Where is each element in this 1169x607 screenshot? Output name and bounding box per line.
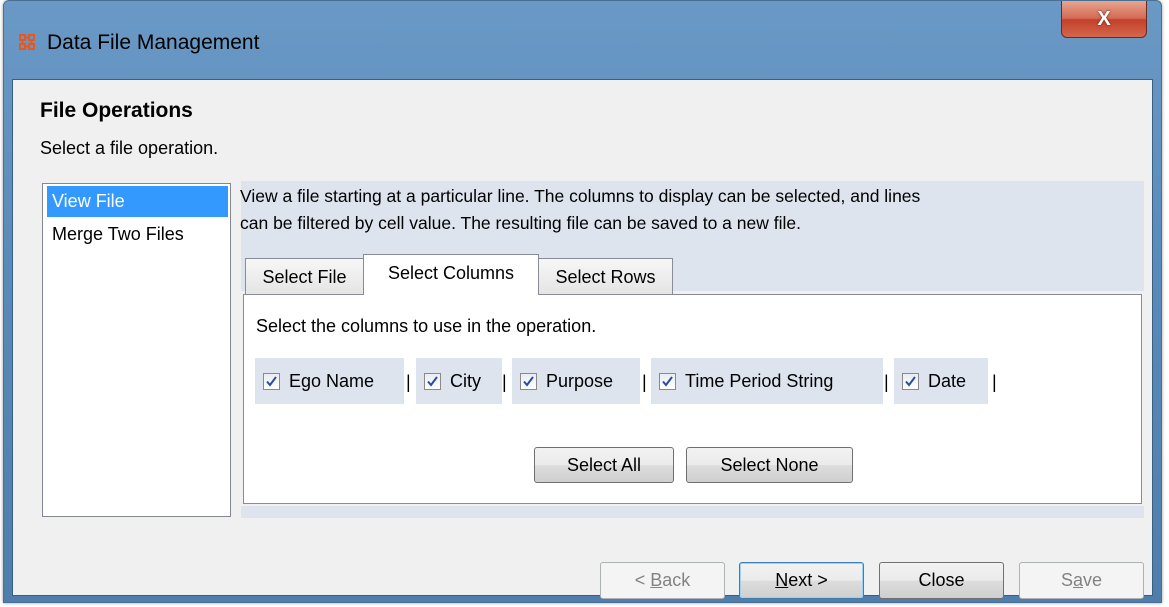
column-label: Ego Name xyxy=(289,370,375,391)
select-all-button[interactable]: Select All xyxy=(534,447,674,483)
checkbox-checked-icon xyxy=(520,372,537,390)
column-separator: | xyxy=(406,372,411,392)
column-checkbox-purpose[interactable]: Purpose xyxy=(512,358,640,404)
save-label: Save xyxy=(1060,570,1103,590)
column-checkbox-city[interactable]: City xyxy=(416,358,502,404)
panel-bottom-strip xyxy=(241,506,1144,518)
column-separator: | xyxy=(992,372,997,392)
dialog-content: File Operations Select a file operation.… xyxy=(12,79,1153,599)
select-none-button[interactable]: Select None xyxy=(686,447,853,483)
operation-item-view-file[interactable]: View File xyxy=(47,186,228,217)
mnemonic-char: N xyxy=(775,570,789,590)
next-button[interactable]: Next > xyxy=(739,562,864,599)
checkbox-checked-icon xyxy=(902,372,919,390)
column-label: City xyxy=(450,370,481,391)
checkbox-checked-icon xyxy=(263,372,280,390)
description-line: View a file starting at a particular lin… xyxy=(240,186,921,206)
tab-select-rows[interactable]: Select Rows xyxy=(538,258,673,295)
next-label: Next > xyxy=(775,570,828,590)
close-icon: X xyxy=(1097,7,1111,30)
section-subtitle: Select a file operation. xyxy=(40,138,219,158)
mnemonic-char: a xyxy=(1072,570,1083,590)
title-bar[interactable]: Data File Management X xyxy=(4,1,1161,79)
operation-item-merge-two-files[interactable]: Merge Two Files xyxy=(47,219,228,250)
checkbox-checked-icon xyxy=(424,372,441,390)
column-checkbox-ego-name[interactable]: Ego Name xyxy=(255,358,404,404)
checkbox-checked-icon xyxy=(659,372,676,390)
close-button[interactable]: Close xyxy=(879,562,1004,599)
column-label: Time Period String xyxy=(685,370,834,391)
operation-description: View a file starting at a particular lin… xyxy=(240,183,1140,237)
column-checkbox-date[interactable]: Date xyxy=(894,358,988,404)
column-separator: | xyxy=(642,372,647,392)
window-title: Data File Management xyxy=(47,31,260,54)
column-label: Purpose xyxy=(546,370,614,391)
panel-instruction: Select the columns to use in the operati… xyxy=(256,316,597,336)
column-label: Date xyxy=(928,370,967,391)
window-close-button[interactable]: X xyxy=(1061,1,1147,38)
column-separator: | xyxy=(502,372,507,392)
section-title: File Operations xyxy=(40,99,193,122)
tab-select-file[interactable]: Select File xyxy=(245,258,364,295)
app-network-icon xyxy=(19,34,35,50)
mnemonic-char: B xyxy=(650,570,663,590)
save-button[interactable]: Save xyxy=(1019,562,1144,599)
select-columns-panel: Select the columns to use in the operati… xyxy=(243,294,1142,504)
back-label: < Back xyxy=(634,570,691,590)
dialog-window: Data File Management X File Operations S… xyxy=(3,0,1162,603)
operation-list[interactable]: View File Merge Two Files xyxy=(42,183,231,517)
column-separator: | xyxy=(884,372,889,392)
column-checkbox-time-period-string[interactable]: Time Period String xyxy=(651,358,883,404)
description-line: can be filtered by cell value. The resul… xyxy=(240,213,801,233)
back-button[interactable]: < Back xyxy=(600,562,725,599)
tab-select-columns[interactable]: Select Columns xyxy=(363,254,539,295)
